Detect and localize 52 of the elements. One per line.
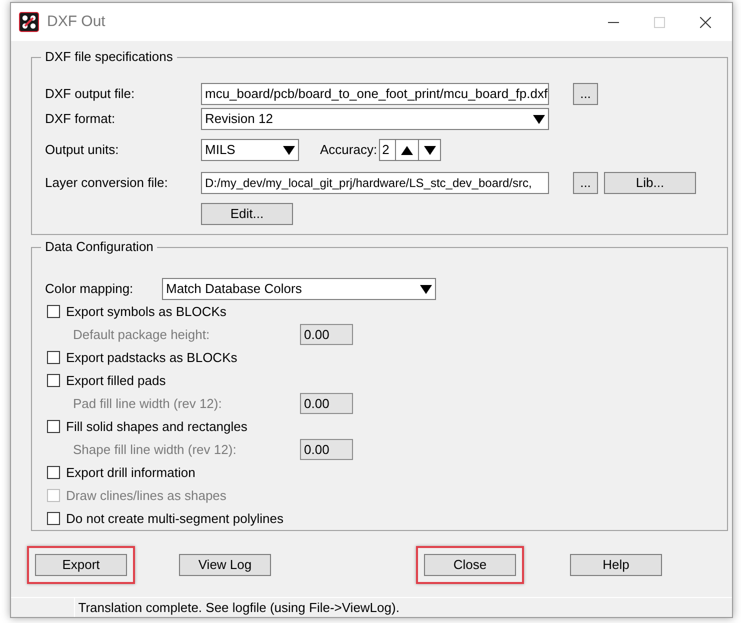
- input-field[interactable]: mcu_board/pcb/board_to_one_foot_print/mcu_board_fp.dxf: [201, 83, 549, 105]
- combo-value: Match Database Colors: [166, 280, 302, 298]
- group-title: DXF file specifications: [44, 50, 174, 63]
- field-label: DXF output file:: [45, 85, 136, 104]
- checkbox[interactable]: [47, 512, 60, 525]
- checkbox[interactable]: [47, 374, 60, 387]
- checkbox-label: Do not create multi-segment polylines: [66, 510, 284, 528]
- close-icon: [700, 16, 712, 28]
- dropdown-arrow-icon: [420, 284, 432, 294]
- spin-field[interactable]: 2: [379, 139, 396, 161]
- window-title: DXF Out: [47, 12, 106, 32]
- field-label: DXF format:: [45, 110, 116, 128]
- units-dropdown[interactable]: MILS: [201, 139, 299, 161]
- combo-value: Revision 12: [205, 110, 273, 128]
- color-mapping-dropdown[interactable]: Match Database Colors: [162, 278, 436, 300]
- field-label: Layer conversion file:: [45, 174, 169, 192]
- lib-button[interactable]: Lib...: [604, 172, 696, 194]
- dropdown-arrow-icon: [533, 114, 545, 124]
- checkbox-label: Draw clines/lines as shapes: [66, 486, 226, 505]
- checkbox[interactable]: [47, 305, 60, 318]
- spin-down-button[interactable]: [419, 139, 442, 161]
- checkbox-label: Export drill information: [66, 464, 196, 482]
- status-text: Translation complete. See logfile (using File->ViewLog).: [77, 599, 400, 617]
- field-label: Shape fill line width (rev 12):: [73, 440, 238, 459]
- format-dropdown[interactable]: Revision 12: [201, 108, 549, 130]
- checkbox[interactable]: [47, 420, 60, 433]
- field-label: Output units:: [45, 141, 120, 160]
- field-label: Accuracy:: [320, 141, 378, 160]
- field-label: Color mapping:: [45, 280, 134, 298]
- browse-button[interactable]: ...: [573, 172, 598, 194]
- combo-value: MILS: [205, 141, 236, 159]
- group-title: Data Configuration: [44, 240, 154, 253]
- checkbox[interactable]: [47, 466, 60, 479]
- dialog-button[interactable]: Export: [35, 554, 127, 576]
- field-label: Default package height:: [73, 326, 211, 344]
- checkbox-label: Export filled pads: [66, 372, 166, 390]
- browse-button[interactable]: ...: [573, 83, 598, 105]
- checkbox-label: Fill solid shapes and rectangles: [66, 418, 248, 436]
- edit-button[interactable]: Edit...: [201, 203, 293, 225]
- dropdown-arrow-icon: [283, 146, 295, 154]
- checkbox[interactable]: [47, 351, 60, 364]
- down-arrow-icon: [424, 146, 436, 154]
- checkbox-label: Export symbols as BLOCKs: [66, 302, 226, 321]
- maximize-icon: [654, 16, 666, 28]
- dialog-button[interactable]: View Log: [179, 554, 271, 576]
- app-icon: [19, 12, 39, 32]
- dialog-button[interactable]: Help: [570, 554, 662, 576]
- dialog-button[interactable]: Close: [424, 554, 516, 576]
- checkbox-label: Export padstacks as BLOCKs: [66, 348, 238, 367]
- field-label: Pad fill line width (rev 12):: [73, 394, 223, 413]
- input-field[interactable]: D:/my_dev/my_local_git_prj/hardware/LS_stc_dev_board/src,: [201, 172, 549, 194]
- spin-up-button[interactable]: [396, 139, 420, 161]
